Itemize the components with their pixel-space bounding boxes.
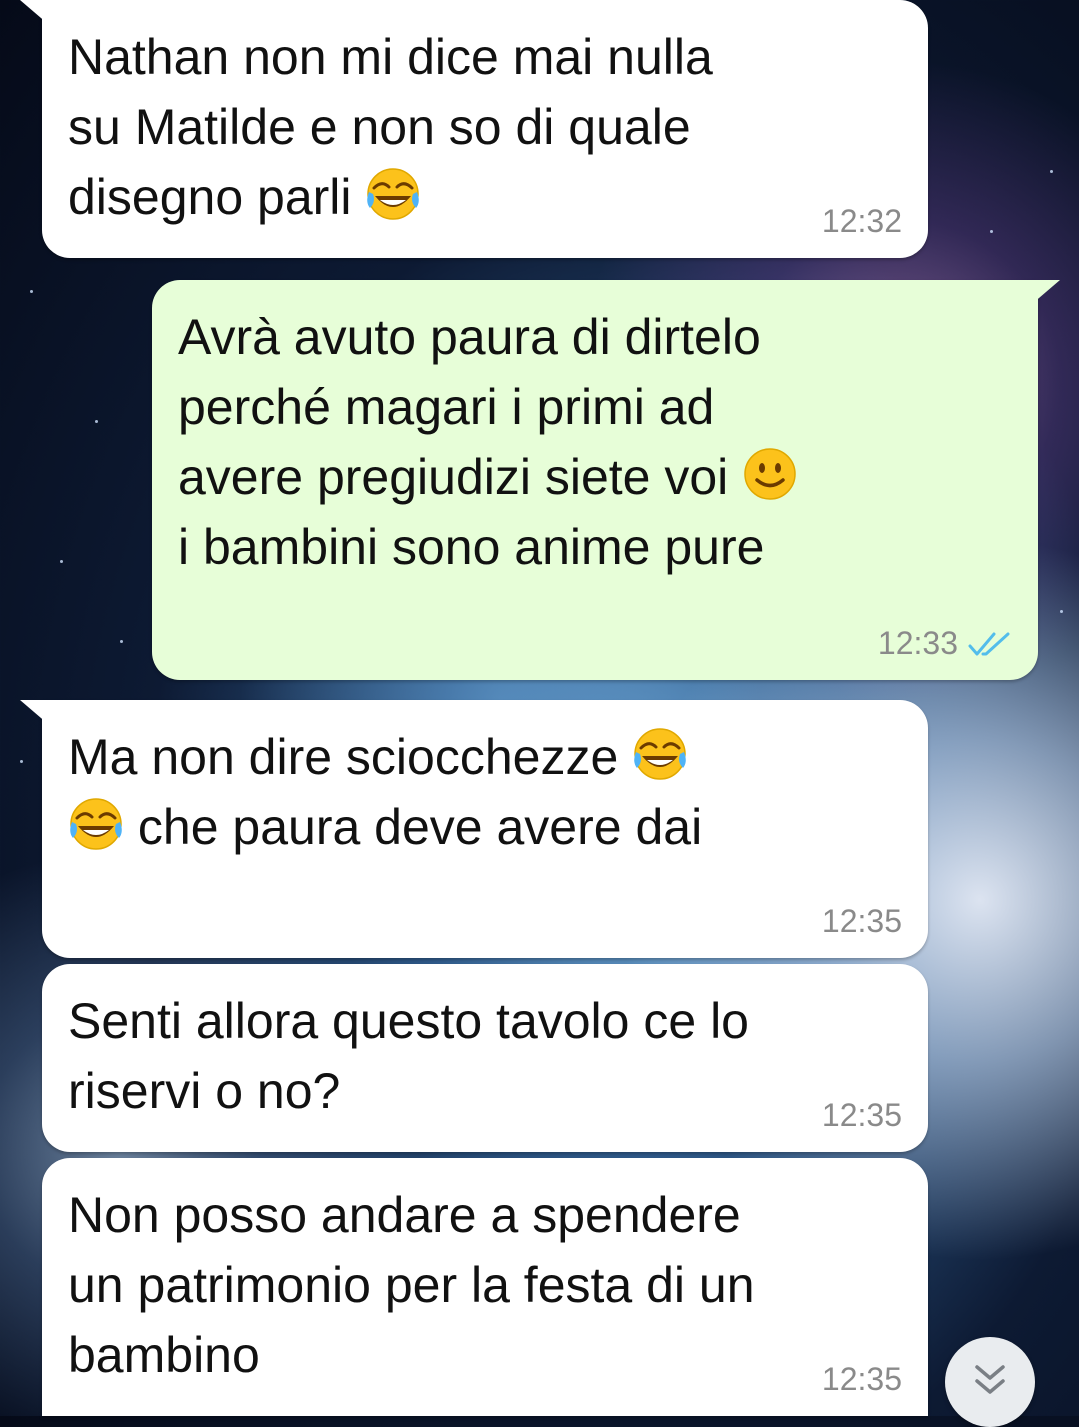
bubble-tail bbox=[20, 700, 48, 724]
message-bubble-incoming[interactable]: Nathan non mi dice mai nulla su Matilde … bbox=[20, 0, 928, 258]
message-timestamp: 12:33 bbox=[878, 625, 1012, 662]
wallpaper-star bbox=[95, 420, 98, 423]
wallpaper-star bbox=[120, 640, 123, 643]
face-with-tears-of-joy-icon bbox=[634, 728, 686, 780]
message-text: Avrà avuto paura di dirtelo perché magari… bbox=[178, 302, 798, 582]
wallpaper-star bbox=[20, 760, 23, 763]
bubble-tail bbox=[20, 0, 48, 24]
message-bubble-incoming[interactable]: Non posso andare a spendere un patrimoni… bbox=[42, 1158, 928, 1416]
message-bubble-outgoing[interactable]: Avrà avuto paura di dirtelo perché magari… bbox=[152, 280, 1060, 680]
wallpaper-star bbox=[1050, 170, 1053, 173]
message-timestamp: 12:35 bbox=[821, 1097, 902, 1133]
wallpaper-star bbox=[60, 560, 63, 563]
slightly-smiling-face-icon bbox=[744, 448, 796, 500]
scroll-to-bottom-button[interactable] bbox=[945, 1337, 1035, 1427]
message-bubble-incoming[interactable]: Ma non dire sciocchezze che paura deve a… bbox=[20, 700, 928, 958]
message-bubble-incoming[interactable]: Senti allora questo tavolo ce lo riservi… bbox=[42, 964, 928, 1152]
face-with-tears-of-joy-icon bbox=[367, 168, 420, 220]
wallpaper-star bbox=[990, 230, 993, 233]
message-text: Ma non dire sciocchezze che paura deve a… bbox=[68, 722, 702, 862]
face-with-tears-of-joy-icon bbox=[70, 798, 122, 850]
wallpaper-star bbox=[1060, 610, 1063, 613]
message-timestamp: 12:35 bbox=[821, 1361, 902, 1397]
message-text: Non posso andare a spendere un patrimoni… bbox=[68, 1187, 755, 1383]
double-chevron-down-icon bbox=[975, 1365, 1005, 1394]
message-timestamp: 12:35 bbox=[821, 903, 902, 939]
message-text: Senti allora questo tavolo ce lo riservi… bbox=[68, 993, 749, 1119]
message-timestamp: 12:32 bbox=[821, 203, 902, 239]
message-text: Nathan non mi dice mai nulla su Matilde … bbox=[68, 29, 713, 225]
bubble-tail bbox=[1032, 280, 1060, 304]
wallpaper-star bbox=[30, 290, 33, 293]
double-check-read-icon bbox=[968, 632, 1010, 656]
